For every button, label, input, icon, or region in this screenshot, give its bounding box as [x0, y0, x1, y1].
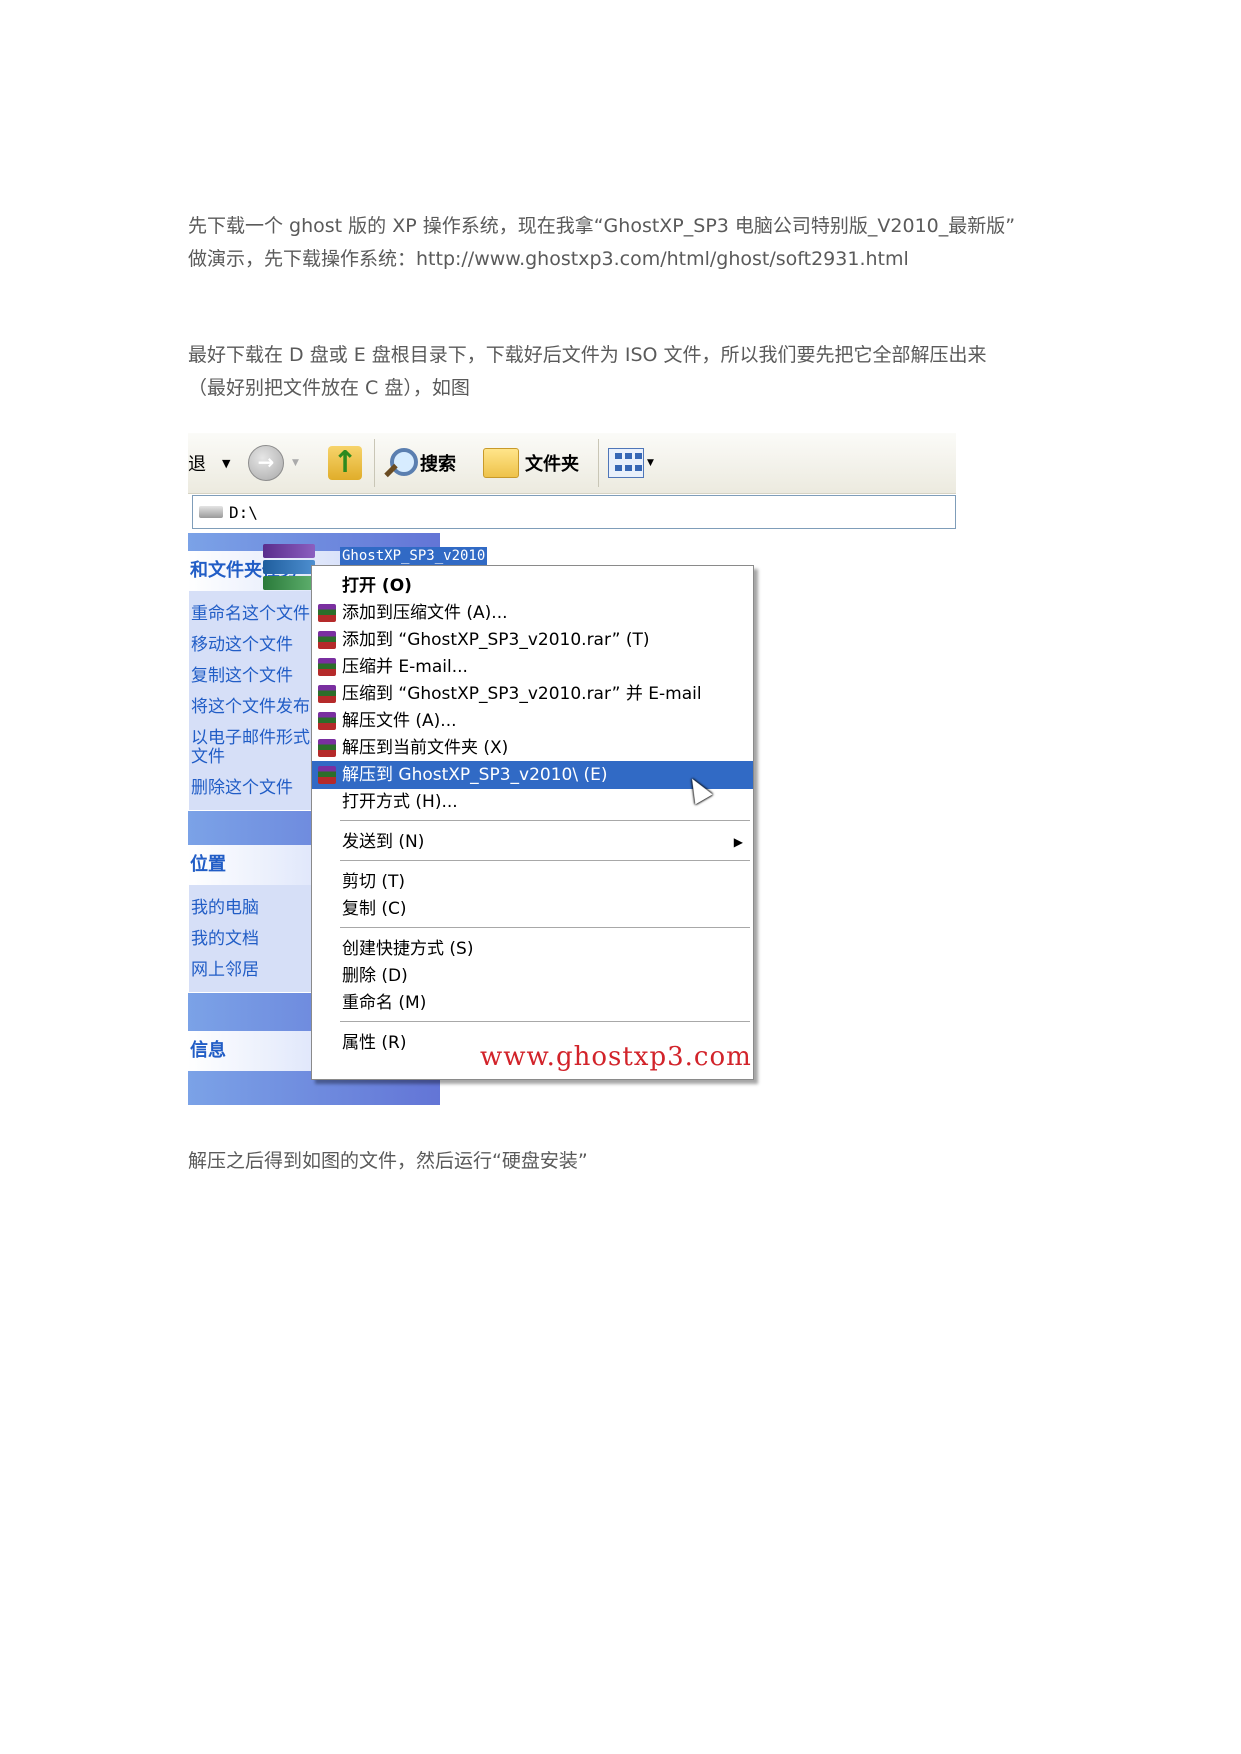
menu-cut[interactable]: 剪切 (T) — [312, 868, 753, 896]
chevron-down-icon: ▼ — [647, 458, 654, 468]
winrar-icon — [318, 712, 336, 730]
paragraph-2-line-2: （最好别把文件放在 C 盘），如图 — [188, 377, 470, 399]
menu-send-to-label: 发送到 (N) — [342, 832, 425, 852]
menu-open-label: 打开 (O) — [342, 576, 412, 596]
menu-compress-email-label: 压缩并 E-mail... — [342, 657, 468, 677]
menu-add-to-rar-label: 添加到 “GhostXP_SP3_v2010.rar” (T) — [342, 630, 650, 650]
context-menu: 打开 (O) 添加到压缩文件 (A)... 添加到 “GhostXP_SP3_v… — [311, 565, 754, 1080]
winrar-icon — [318, 604, 336, 622]
details-title: 信息 — [190, 1040, 226, 1061]
winrar-icon — [318, 685, 336, 703]
chevron-down-icon: ▼ — [222, 456, 231, 470]
back-label: 退 — [188, 454, 206, 475]
menu-rename-label: 重命名 (M) — [342, 993, 427, 1013]
menu-add-to-archive[interactable]: 添加到压缩文件 (A)... — [312, 599, 753, 627]
menu-compress-rar-email[interactable]: 压缩到 “GhostXP_SP3_v2010.rar” 并 E-mail — [312, 680, 753, 708]
menu-separator — [340, 860, 750, 862]
rar-book-purple — [263, 544, 315, 558]
back-button[interactable]: 退 ▼ — [188, 433, 230, 493]
menu-separator — [340, 1021, 750, 1023]
views-icon — [608, 448, 644, 478]
menu-add-to-archive-label: 添加到压缩文件 (A)... — [342, 603, 508, 623]
menu-delete[interactable]: 删除 (D) — [312, 962, 753, 990]
rar-archive-icon[interactable] — [263, 544, 315, 592]
menu-open-with[interactable]: 打开方式 (H)... — [312, 788, 753, 816]
folder-icon — [483, 448, 519, 478]
menu-add-to-rar[interactable]: 添加到 “GhostXP_SP3_v2010.rar” (T) — [312, 626, 753, 654]
winrar-icon — [318, 631, 336, 649]
paragraph-2: 最好下载在 D 盘或 E 盘根目录下，下载好后文件为 ISO 文件，所以我们要先… — [188, 339, 1068, 405]
menu-send-to[interactable]: 发送到 (N) ▶ — [312, 828, 753, 856]
menu-extract-to-folder-label: 解压到 GhostXP_SP3_v2010\ (E) — [342, 765, 608, 785]
rar-book-green — [263, 576, 315, 590]
search-button[interactable]: 搜索 — [382, 433, 456, 493]
menu-open[interactable]: 打开 (O) — [312, 572, 753, 600]
menu-compress-email[interactable]: 压缩并 E-mail... — [312, 653, 753, 681]
paragraph-2-line-1: 最好下载在 D 盘或 E 盘根目录下，下载好后文件为 ISO 文件，所以我们要先… — [188, 344, 987, 366]
rar-book-blue — [263, 560, 315, 574]
file-name-label[interactable]: GhostXP_SP3_v2010 — [340, 547, 488, 565]
submenu-arrow-icon: ▶ — [733, 835, 743, 849]
watermark: www.ghostxp3.com — [480, 1042, 752, 1072]
folders-button[interactable]: 文件夹 — [483, 433, 579, 493]
up-folder-button[interactable]: ↑ — [328, 433, 362, 493]
winrar-icon — [318, 739, 336, 757]
menu-copy[interactable]: 复制 (C) — [312, 895, 753, 923]
menu-separator — [340, 820, 750, 822]
forward-arrow-icon: → — [248, 445, 284, 481]
search-label: 搜索 — [420, 454, 456, 475]
address-bar[interactable]: D:\ — [192, 495, 956, 529]
paragraph-1-line-1: 先下载一个 ghost 版的 XP 操作系统，现在我拿“GhostXP_SP3 … — [188, 215, 1016, 237]
menu-separator — [340, 927, 750, 929]
menu-extract-here[interactable]: 解压到当前文件夹 (X) — [312, 734, 753, 762]
menu-create-shortcut[interactable]: 创建快捷方式 (S) — [312, 935, 753, 963]
task-email-line-2: 文件 — [191, 747, 225, 767]
search-icon — [382, 446, 418, 480]
menu-extract-files-label: 解压文件 (A)... — [342, 711, 457, 731]
winrar-icon — [318, 658, 336, 676]
drive-icon — [199, 506, 223, 518]
menu-delete-label: 删除 (D) — [342, 966, 408, 986]
folders-label: 文件夹 — [525, 454, 579, 475]
toolbar-separator — [598, 439, 599, 487]
menu-compress-rar-email-label: 压缩到 “GhostXP_SP3_v2010.rar” 并 E-mail — [342, 684, 702, 704]
menu-rename[interactable]: 重命名 (M) — [312, 989, 753, 1017]
menu-create-shortcut-label: 创建快捷方式 (S) — [342, 939, 474, 959]
menu-copy-label: 复制 (C) — [342, 899, 407, 919]
paragraph-3-line-1: 解压之后得到如图的文件，然后运行“硬盘安装” — [188, 1150, 588, 1172]
other-places-title: 位置 — [190, 854, 226, 875]
explorer-toolbar: 退 ▼ → ▼ ↑ 搜索 文件夹 ▼ — [188, 433, 956, 494]
menu-extract-here-label: 解压到当前文件夹 (X) — [342, 738, 509, 758]
views-button[interactable]: ▼ — [608, 433, 654, 493]
menu-open-with-label: 打开方式 (H)... — [342, 792, 458, 812]
paragraph-1-line-2: 做演示，先下载操作系统：http://www.ghostxp3.com/html… — [188, 248, 909, 270]
menu-extract-files[interactable]: 解压文件 (A)... — [312, 707, 753, 735]
paragraph-3: 解压之后得到如图的文件，然后运行“硬盘安装” — [188, 1145, 1068, 1178]
chevron-down-icon: ▼ — [292, 458, 299, 468]
menu-cut-label: 剪切 (T) — [342, 872, 406, 892]
address-text: D:\ — [229, 502, 258, 522]
menu-properties-label: 属性 (R) — [342, 1033, 407, 1053]
toolbar-separator — [374, 439, 375, 487]
winrar-icon — [318, 766, 336, 784]
paragraph-1: 先下载一个 ghost 版的 XP 操作系统，现在我拿“GhostXP_SP3 … — [188, 210, 1068, 276]
forward-button[interactable]: → ▼ — [248, 433, 299, 493]
up-arrow-icon: ↑ — [328, 446, 362, 480]
